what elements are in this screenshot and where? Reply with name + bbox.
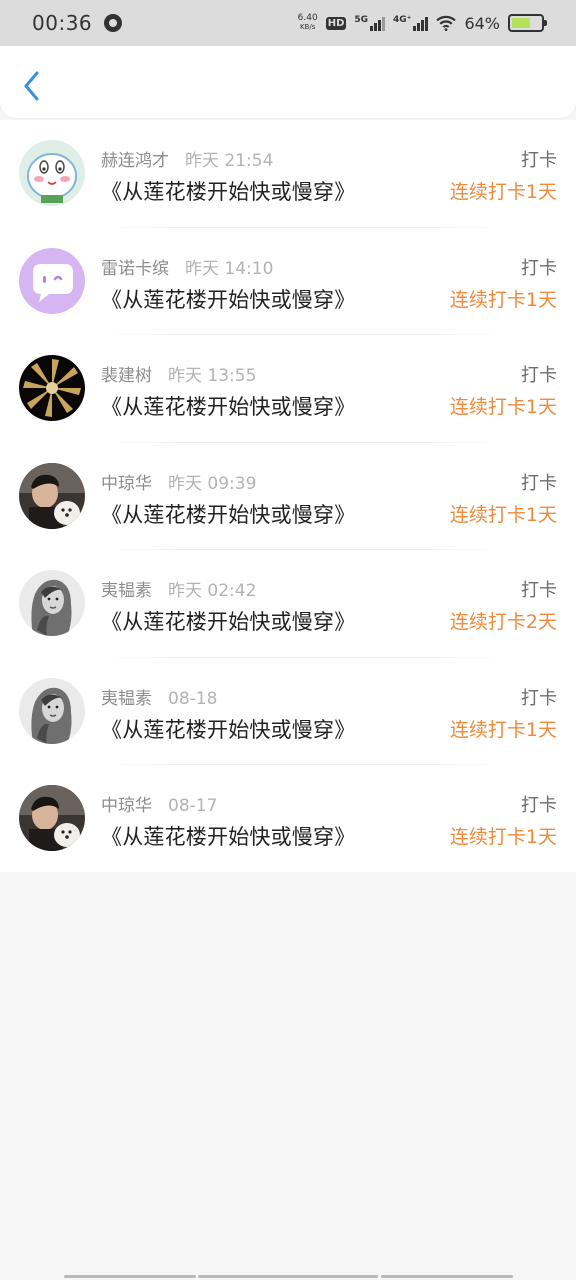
checkin-action: 打卡 xyxy=(521,580,557,601)
man-with-dog-avatar xyxy=(19,785,85,851)
status-bar: 00:36 6.40 KB/s HD 5G 4G⁺ 64% xyxy=(0,0,576,46)
app-notification-icon xyxy=(104,14,123,32)
checkin-meta: 中琼华 08-17 xyxy=(101,791,217,816)
woman-portrait-avatar xyxy=(19,570,85,636)
checkin-time: 昨天 13:55 xyxy=(168,366,257,386)
status-time: 00:36 xyxy=(32,11,93,35)
battery-percent: 64% xyxy=(464,13,500,33)
network-speed: 6.40 KB/s xyxy=(298,14,318,32)
checkin-action: 打卡 xyxy=(521,257,557,279)
streak-label: 连续打卡1天 xyxy=(449,503,557,526)
checkin-row[interactable]: 雷诺卡缤 昨天 14:10 《从莲花楼开始快或慢穿》 打卡 连续打卡1天 xyxy=(0,228,576,335)
user-name[interactable]: 雷诺卡缤 xyxy=(101,254,169,279)
avatar[interactable] xyxy=(19,785,85,851)
nav-handle-center[interactable] xyxy=(198,1275,378,1278)
network-speed-unit: KB/s xyxy=(299,23,316,31)
avatar[interactable] xyxy=(19,247,85,314)
streak-label: 连续打卡1天 xyxy=(449,718,557,741)
back-button[interactable] xyxy=(16,68,46,104)
checkin-action: 打卡 xyxy=(521,365,557,386)
man-with-dog-avatar xyxy=(19,462,85,529)
nav-handle-left[interactable] xyxy=(64,1275,196,1278)
gold-radial-avatar xyxy=(19,355,85,421)
checkin-time: 昨天 21:54 xyxy=(185,151,274,171)
avatar[interactable] xyxy=(19,355,85,421)
book-title[interactable]: 《从莲花楼开始快或慢穿》 xyxy=(101,391,355,421)
checkin-meta: 夷韫素 昨天 02:42 xyxy=(101,576,256,601)
battery-level xyxy=(512,18,530,28)
checkin-meta: 雷诺卡缤 昨天 14:10 xyxy=(101,254,273,279)
avatar[interactable] xyxy=(19,677,85,744)
user-name[interactable]: 裴建树 xyxy=(101,361,152,386)
user-name[interactable]: 中琼华 xyxy=(101,791,152,816)
checkin-meta: 赫连鸿才 昨天 21:54 xyxy=(101,146,273,171)
hd-icon: HD xyxy=(325,16,347,30)
checkin-row[interactable]: 夷韫素 08-18 《从莲花楼开始快或慢穿》 打卡 连续打卡1天 xyxy=(0,658,576,765)
checkin-time: 昨天 14:10 xyxy=(185,258,274,279)
checkin-meta: 裴建树 昨天 13:55 xyxy=(101,361,256,386)
avatar[interactable] xyxy=(19,462,85,529)
signal-5g-label: 5G xyxy=(354,15,369,25)
checkin-time: 08-17 xyxy=(168,796,218,816)
battery-icon xyxy=(508,14,547,32)
checkin-row[interactable]: 中琼华 昨天 09:39 《从莲花楼开始快或慢穿》 打卡 连续打卡1天 xyxy=(0,443,576,550)
streak-label: 连续打卡1天 xyxy=(449,181,557,203)
woman-portrait-avatar xyxy=(19,677,85,744)
checkin-action: 打卡 xyxy=(521,795,557,816)
book-title[interactable]: 《从莲花楼开始快或慢穿》 xyxy=(101,821,355,851)
streak-label: 连续打卡2天 xyxy=(449,611,557,633)
book-title[interactable]: 《从莲花楼开始快或慢穿》 xyxy=(101,499,355,529)
checkin-meta: 中琼华 昨天 09:39 xyxy=(101,469,256,494)
checkin-time: 昨天 09:39 xyxy=(168,473,257,494)
streak-label: 连续打卡1天 xyxy=(449,826,557,848)
signal-4g-label: 4G⁺ xyxy=(393,15,412,25)
wifi-icon xyxy=(436,15,457,31)
checkin-meta: 夷韫素 08-18 xyxy=(101,684,217,709)
checkin-time: 08-18 xyxy=(168,688,218,709)
checkin-action: 打卡 xyxy=(521,150,557,171)
book-title[interactable]: 《从莲花楼开始快或慢穿》 xyxy=(101,284,355,314)
checkin-time: 昨天 02:42 xyxy=(168,581,257,601)
user-name[interactable]: 赫连鸿才 xyxy=(101,146,169,171)
checkin-row[interactable]: 赫连鸿才 昨天 21:54 《从莲花楼开始快或慢穿》 打卡 连续打卡1天 xyxy=(0,120,576,228)
status-indicators: 6.40 KB/s HD 5G 4G⁺ 64% xyxy=(298,13,547,33)
network-speed-value: 6.40 xyxy=(297,13,318,23)
checkin-row[interactable]: 裴建树 昨天 13:55 《从莲花楼开始快或慢穿》 打卡 连续打卡1天 xyxy=(0,335,576,443)
checkin-row[interactable]: 夷韫素 昨天 02:42 《从莲花楼开始快或慢穿》 打卡 连续打卡2天 xyxy=(0,550,576,658)
checkin-list: 赫连鸿才 昨天 21:54 《从莲花楼开始快或慢穿》 打卡 连续打卡1天 雷诺卡… xyxy=(0,120,576,872)
streak-label: 连续打卡1天 xyxy=(449,396,557,418)
avatar[interactable] xyxy=(19,140,85,206)
book-title[interactable]: 《从莲花楼开始快或慢穿》 xyxy=(101,176,355,206)
checkin-action: 打卡 xyxy=(521,687,557,709)
checkin-row[interactable]: 中琼华 08-17 《从莲花楼开始快或慢穿》 打卡 连续打卡1天 xyxy=(0,765,576,873)
purple-chat-avatar xyxy=(19,247,85,314)
avatar[interactable] xyxy=(19,570,85,636)
book-title[interactable]: 《从莲花楼开始快或慢穿》 xyxy=(101,714,355,744)
book-title[interactable]: 《从莲花楼开始快或慢穿》 xyxy=(101,606,355,636)
signal-4g-icon: 4G⁺ xyxy=(393,15,429,31)
system-nav-bar xyxy=(0,1270,576,1280)
nav-handle-right[interactable] xyxy=(381,1275,513,1278)
user-name[interactable]: 夷韫素 xyxy=(101,684,152,709)
user-name[interactable]: 夷韫素 xyxy=(101,576,152,601)
streak-label: 连续打卡1天 xyxy=(449,288,557,311)
user-name[interactable]: 中琼华 xyxy=(101,469,152,494)
checkin-action: 打卡 xyxy=(521,472,557,494)
signal-5g-icon: 5G xyxy=(354,15,386,31)
chevron-left-icon xyxy=(24,71,39,101)
cartoon-cat-avatar xyxy=(19,140,85,206)
hd-label: HD xyxy=(327,17,345,29)
page-header xyxy=(0,46,576,118)
